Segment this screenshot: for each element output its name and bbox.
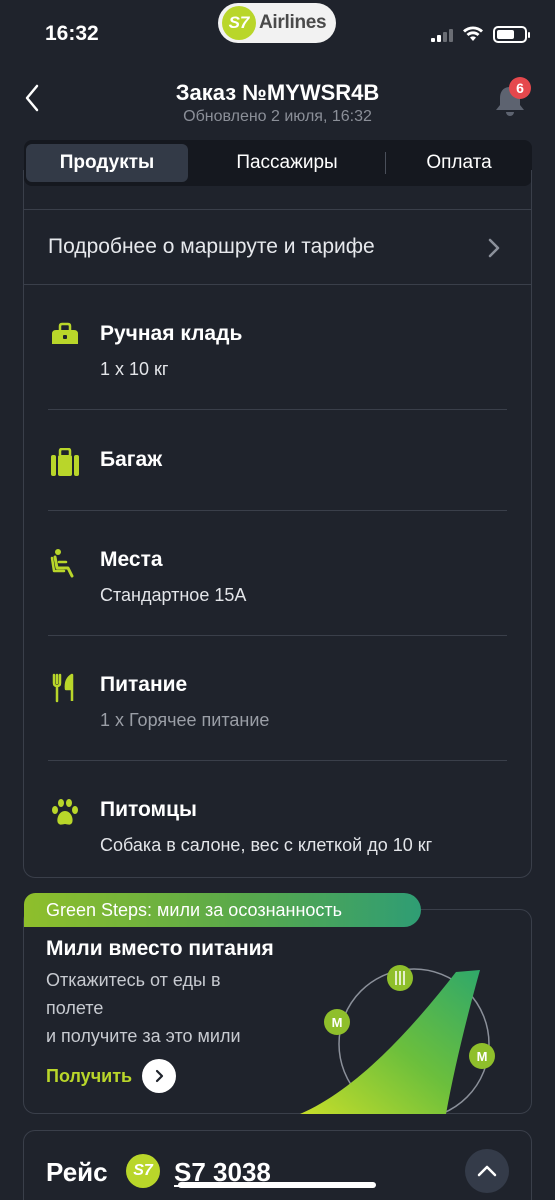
- product-pets[interactable]: Питомцы Собака в салоне, вес с клеткой д…: [48, 798, 508, 858]
- green-steps-tag: Green Steps: мили за осознанность: [24, 893, 421, 927]
- route-tariff-link[interactable]: Подробнее о маршруте и тарифе: [48, 235, 375, 259]
- status-time: 16:32: [45, 22, 99, 45]
- item-title: Питомцы: [100, 798, 197, 821]
- divider: [23, 284, 532, 285]
- arrow-right-icon[interactable]: [142, 1059, 177, 1093]
- page-subtitle: Обновлено 2 июля, 16:32: [183, 108, 372, 125]
- svg-text:M: M: [332, 1015, 343, 1030]
- home-indicator: [178, 1182, 376, 1188]
- s7-logo: S7: [126, 1154, 160, 1188]
- item-title: Питание: [100, 673, 188, 696]
- status-bar: 16:32 S7 Airlines: [0, 0, 555, 60]
- divider: [48, 409, 507, 410]
- page-title: Заказ №MYWSR4B: [175, 80, 380, 105]
- hand-luggage-icon: [52, 322, 78, 344]
- divider: [48, 635, 507, 636]
- get-miles-label: Получить: [46, 1065, 133, 1086]
- item-subtitle: Собака в салоне, вес с клеткой до 10 кг: [100, 835, 433, 855]
- tail-illustration: M M: [300, 965, 495, 1114]
- notification-badge: 6: [509, 77, 531, 99]
- brand-name: Airlines: [259, 12, 327, 33]
- s7-logo: S7: [222, 6, 256, 40]
- promo-text: Откажитесь от еды в полете и получите за…: [46, 966, 296, 1050]
- item-subtitle: 1 x 10 кг: [100, 359, 169, 379]
- fork-knife-icon: [52, 673, 74, 703]
- product-hand-luggage[interactable]: Ручная кладь 1 x 10 кг: [48, 322, 508, 382]
- divider: [23, 209, 532, 210]
- chevron-right-icon[interactable]: [486, 236, 502, 260]
- divider: [48, 510, 507, 511]
- item-title: Багаж: [100, 448, 163, 471]
- seat-icon: [50, 549, 74, 578]
- item-subtitle: 1 x Горячее питание: [100, 710, 270, 730]
- flight-label: Рейс: [46, 1157, 108, 1187]
- promo-text-line: и получите за это мили: [46, 1026, 241, 1046]
- products-card: [23, 170, 532, 878]
- product-meals[interactable]: Питание 1 x Горячее питание: [48, 673, 508, 733]
- cellular-signal-icon: [431, 28, 453, 42]
- svg-text:M: M: [477, 1049, 488, 1064]
- item-subtitle: Стандартное 15A: [100, 585, 247, 605]
- divider: [48, 760, 507, 761]
- product-seats[interactable]: Места Стандартное 15A: [48, 548, 508, 608]
- product-baggage[interactable]: Багаж: [48, 448, 508, 484]
- battery-icon: [493, 26, 530, 43]
- promo-title: Мили вместо питания: [46, 937, 274, 960]
- wifi-icon: [463, 26, 483, 41]
- suitcase-icon: [51, 448, 79, 476]
- paw-icon: [52, 799, 78, 825]
- chevron-up-icon: [477, 1165, 497, 1177]
- collapse-button[interactable]: [465, 1149, 509, 1193]
- brand-pill: S7 Airlines: [218, 3, 336, 43]
- get-miles-button[interactable]: Получить: [46, 1058, 177, 1094]
- item-title: Ручная кладь: [100, 322, 243, 345]
- item-title: Места: [100, 548, 163, 571]
- promo-text-line: Откажитесь от еды в: [46, 970, 221, 990]
- promo-text-line: полете: [46, 998, 104, 1018]
